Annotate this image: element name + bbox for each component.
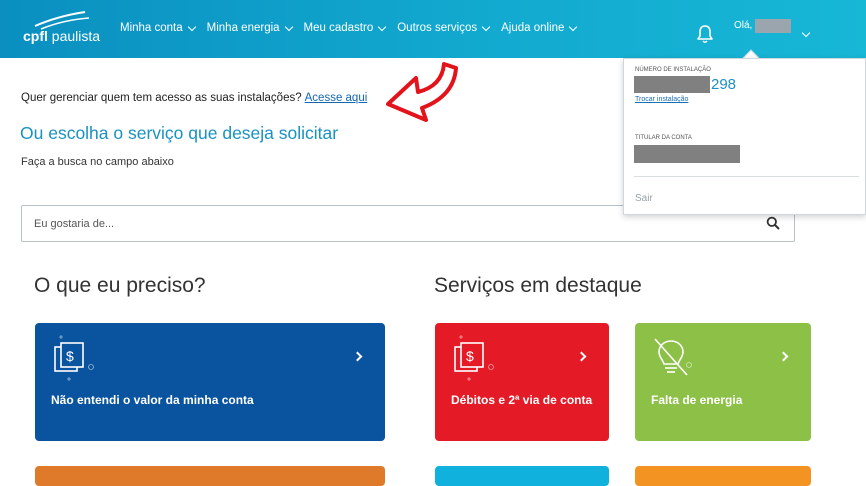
nav-minha-energia[interactable]: Minha energia <box>206 22 293 34</box>
access-question: Quer gerenciar quem tem acesso as suas i… <box>21 92 367 104</box>
access-link[interactable]: Acesse aqui <box>305 92 368 104</box>
main-nav: Minha conta Minha energia Meu cadastro O… <box>120 22 588 34</box>
nav-label: Minha energia <box>206 22 280 34</box>
nav-label: Minha conta <box>120 22 183 34</box>
redacted-account-holder <box>634 145 740 163</box>
bill-document-icon: $ <box>454 335 494 381</box>
chevron-down-icon <box>284 22 293 31</box>
logo-brand: cpfl <box>23 28 48 44</box>
chevron-down-icon <box>187 22 196 31</box>
svg-text:$: $ <box>466 348 474 364</box>
redacted-install-number <box>634 76 710 93</box>
logout-link[interactable]: Sair <box>635 193 653 204</box>
nav-meu-cadastro[interactable]: Meu cadastro <box>303 22 387 34</box>
chevron-right-icon <box>352 351 363 362</box>
chevron-down-icon <box>569 22 578 31</box>
top-navigation-bar: cpfl paulista Minha conta Minha energia … <box>0 0 866 58</box>
install-number-label: NÚMERO DE INSTALAÇÃO <box>635 67 711 73</box>
need-section-title: O que eu preciso? <box>34 274 206 297</box>
nav-outros-servicos[interactable]: Outros serviços <box>397 22 491 34</box>
chevron-down-icon <box>802 28 811 38</box>
change-installation-link[interactable]: Trocar instalação <box>635 96 688 103</box>
nav-label: Ajuda online <box>501 22 565 34</box>
chevron-right-icon <box>576 351 587 362</box>
card-label: Falta de energia <box>651 393 743 407</box>
chevron-down-icon <box>481 22 491 31</box>
svg-text:$: $ <box>66 348 74 364</box>
card-label: Não entendi o valor da minha conta <box>51 393 254 407</box>
card-label: Débitos e 2ª via de conta <box>451 393 593 407</box>
card-debits-second-copy[interactable]: $ Débitos e 2ª via de conta <box>435 323 609 441</box>
install-number-suffix: 298 <box>711 76 737 93</box>
lightbulb-off-icon <box>654 338 692 376</box>
card-partial-cyan[interactable] <box>435 466 609 486</box>
search-placeholder: Eu gostaria de... <box>34 218 115 230</box>
bell-icon[interactable] <box>696 24 714 44</box>
user-dropdown-panel: NÚMERO DE INSTALAÇÃO 298 Trocar instalaç… <box>623 58 866 215</box>
chevron-right-icon <box>778 351 789 362</box>
redacted-username <box>755 19 792 33</box>
greeting-text: Olá, <box>734 20 753 31</box>
card-power-outage[interactable]: Falta de energia <box>635 323 811 441</box>
divider <box>634 176 859 177</box>
logo-swoosh-icon <box>34 11 90 30</box>
logo-sub: paulista <box>51 28 101 44</box>
nav-ajuda-online[interactable]: Ajuda online <box>501 22 578 34</box>
account-holder-label: TITULAR DA CONTA <box>635 135 692 141</box>
nav-label: Meu cadastro <box>303 22 374 34</box>
logo-text: cpfl paulista <box>23 28 100 44</box>
nav-label: Outros serviços <box>397 22 478 34</box>
chevron-down-icon <box>377 22 387 31</box>
search-hint: Faça a busca no campo abaixo <box>21 156 174 168</box>
curved-arrow-annotation <box>386 62 458 122</box>
user-menu[interactable]: Olá, <box>734 19 811 38</box>
nav-minha-conta[interactable]: Minha conta <box>120 22 196 34</box>
card-partial-amber[interactable] <box>635 466 811 486</box>
access-question-text: Quer gerenciar quem tem acesso as suas i… <box>21 92 302 104</box>
choose-service-title: Ou escolha o serviço que deseja solicita… <box>20 123 339 143</box>
card-partial-orange[interactable] <box>35 466 385 486</box>
search-icon[interactable] <box>766 216 780 230</box>
card-bill-value[interactable]: $ Não entendi o valor da minha conta <box>35 323 385 441</box>
bill-document-icon: $ <box>54 335 94 381</box>
featured-section-title: Serviços em destaque <box>434 274 642 297</box>
cpfl-logo[interactable]: cpfl paulista <box>23 10 100 50</box>
